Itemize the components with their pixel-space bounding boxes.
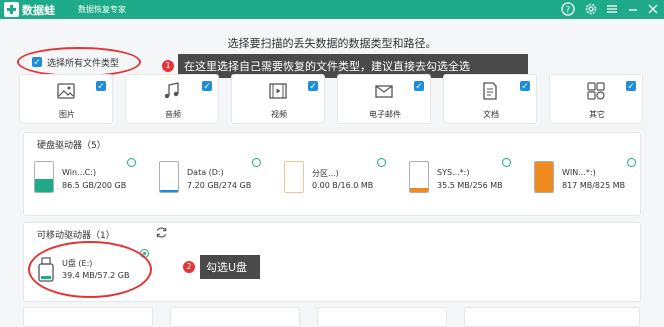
other-icon xyxy=(587,82,605,100)
drive-partition-icon xyxy=(284,161,304,193)
file-type-checkbox[interactable]: ✓ xyxy=(308,81,318,92)
annotation-circle-select-all xyxy=(17,47,141,77)
file-type-card-video[interactable]: ✓ 视频 xyxy=(231,74,325,124)
drive-name: Win...C:) xyxy=(62,168,97,177)
app-logo-icon xyxy=(4,2,19,17)
file-type-checkbox[interactable]: ✓ xyxy=(626,81,636,92)
file-type-label: 视频 xyxy=(271,110,287,119)
file-type-card-document[interactable]: ✓ 文档 xyxy=(443,74,537,124)
drive-size: 817 MB/825 MB xyxy=(562,181,626,190)
hard-drive-section-title: 硬盘驱动器（5） xyxy=(37,141,106,151)
drive-item-d[interactable]: Data (D:) 7.20 GB/274 GB xyxy=(149,155,267,215)
file-type-checkbox[interactable]: ✓ xyxy=(96,81,106,92)
email-icon xyxy=(375,85,393,98)
drive-name: Data (D:) xyxy=(187,168,224,177)
file-type-label: 图片 xyxy=(59,110,75,119)
drive-size: 35.5 MB/256 MB xyxy=(437,181,503,190)
app-subtitle: 数据恢复专家 xyxy=(78,5,126,14)
step-badge-1: 1 xyxy=(162,60,174,72)
annotation-circle-usb xyxy=(28,241,152,298)
file-type-label: 文档 xyxy=(483,110,499,119)
drive-name: SYS...*:) xyxy=(437,168,470,177)
drive-item-partition[interactable]: 分区...) 0.00 B/16.0 MB xyxy=(274,155,392,215)
file-type-checkbox[interactable]: ✓ xyxy=(414,81,424,92)
file-type-label: 其它 xyxy=(589,110,605,119)
file-type-card-audio[interactable]: ✓ 音频 xyxy=(125,74,219,124)
removable-section-title: 可移动驱动器（1） xyxy=(37,231,115,241)
menu-icon[interactable] xyxy=(604,1,620,17)
file-type-card-image[interactable]: ✓ 图片 xyxy=(19,74,113,124)
file-type-label: 电子邮件 xyxy=(369,110,401,119)
svg-text:?: ? xyxy=(566,6,571,16)
drive-radio[interactable] xyxy=(502,158,511,167)
drive-size: 0.00 B/16.0 MB xyxy=(312,181,374,190)
hard-drive-list: Win...C:) 86.5 GB/200 GB Data (D:) 7.20 … xyxy=(24,155,642,215)
drive-sys-icon xyxy=(409,161,429,193)
bottom-card xyxy=(23,307,153,327)
drive-radio[interactable] xyxy=(627,158,636,167)
bottom-card xyxy=(317,307,447,327)
app-name: 数据蛙 xyxy=(22,4,55,17)
drive-usage-fill xyxy=(35,179,53,192)
help-icon[interactable]: ? xyxy=(560,1,576,17)
drive-usage-fill xyxy=(410,187,428,192)
document-icon xyxy=(483,82,497,100)
drive-usage-fill xyxy=(535,162,553,192)
file-type-card-email[interactable]: ✓ 电子邮件 xyxy=(337,74,431,124)
drive-radio[interactable] xyxy=(127,158,136,167)
file-type-label: 音频 xyxy=(165,110,181,119)
drive-item-c[interactable]: Win...C:) 86.5 GB/200 GB xyxy=(24,155,142,215)
music-icon xyxy=(164,82,179,99)
file-type-checkbox[interactable]: ✓ xyxy=(202,81,212,92)
close-icon[interactable] xyxy=(645,1,661,17)
refresh-icon[interactable] xyxy=(155,226,168,239)
file-type-checkbox[interactable]: ✓ xyxy=(520,81,530,92)
drive-usage-fill xyxy=(160,190,178,192)
hard-drive-panel: 硬盘驱动器（5） Win...C:) 86.5 GB/200 GB Data (… xyxy=(23,132,641,216)
drive-d-icon xyxy=(159,161,179,193)
file-type-card-other[interactable]: ✓ 其它 xyxy=(549,74,643,124)
drive-item-sys[interactable]: SYS...*:) 35.5 MB/256 MB xyxy=(399,155,517,215)
drive-win-icon xyxy=(534,161,554,193)
drive-name: 分区...) xyxy=(312,169,339,178)
title-bar: 数据蛙 数据恢复专家 ? xyxy=(0,0,664,19)
settings-icon[interactable] xyxy=(583,1,599,17)
bottom-card xyxy=(170,307,300,327)
drive-c-icon xyxy=(34,161,54,193)
drive-item-win[interactable]: WIN...*:) 817 MB/825 MB xyxy=(524,155,642,215)
bottom-card xyxy=(464,307,640,327)
minimize-icon[interactable] xyxy=(625,1,641,17)
video-icon xyxy=(269,83,287,99)
callout-select-usb: 勾选U盘 xyxy=(200,255,260,279)
drive-name: WIN...*:) xyxy=(562,168,596,177)
drive-radio[interactable] xyxy=(377,158,386,167)
drive-size: 7.20 GB/274 GB xyxy=(187,181,252,190)
image-icon xyxy=(57,83,75,99)
drive-size: 86.5 GB/200 GB xyxy=(62,181,127,190)
file-type-grid: ✓ 图片 ✓ 音频 ✓ 视频 ✓ 电子邮件 ✓ 文档 ✓ 其它 xyxy=(19,74,644,126)
step-badge-2: 2 xyxy=(183,261,195,273)
drive-radio[interactable] xyxy=(252,158,261,167)
